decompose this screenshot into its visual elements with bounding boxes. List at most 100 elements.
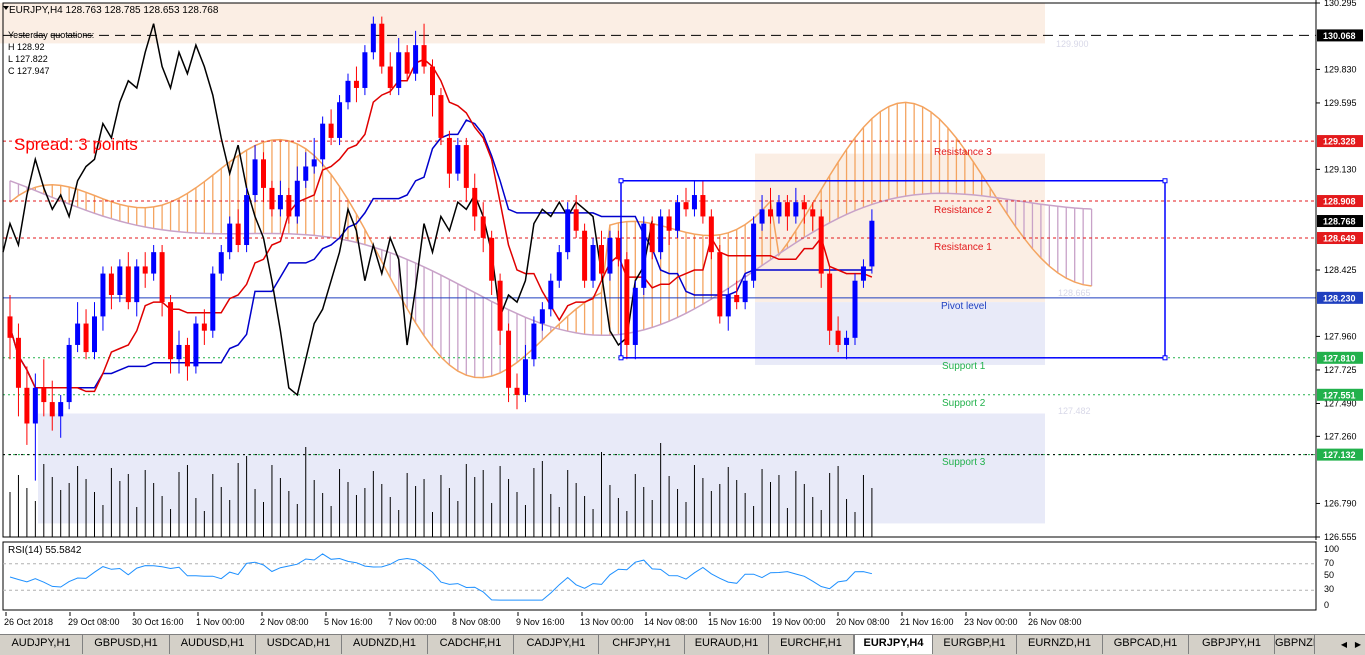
price-tick-label: 127.725 (1324, 365, 1357, 375)
candle-body (328, 123, 334, 138)
candle-body (32, 387, 38, 424)
symbol-tab-audnzd-h1[interactable]: AUDNZD,H1 (342, 635, 428, 654)
candle-body (455, 145, 461, 174)
scroll-left-icon[interactable]: ◀ (1337, 635, 1351, 654)
candle-body (58, 402, 64, 417)
symbol-tab-gbpcad-h1[interactable]: GBPCAD,H1 (1103, 635, 1189, 654)
symbol-tab-audjpy-h1[interactable]: AUDJPY,H1 (0, 635, 83, 654)
resistance2-label: Resistance 2 (934, 205, 992, 216)
price-label-text: 127.810 (1323, 353, 1356, 363)
candle-body (7, 316, 13, 338)
symbol-tab-eurjpy-h4[interactable]: EURJPY,H4 (854, 635, 933, 654)
candle-body (590, 245, 596, 281)
spread-label: Spread: 3 points (14, 135, 138, 154)
rsi-tick: 0 (1324, 600, 1329, 610)
time-tick-label: 26 Nov 08:00 (1028, 617, 1082, 627)
candle-body (92, 316, 97, 353)
candle-body (218, 252, 224, 274)
time-tick-label: 30 Oct 16:00 (132, 617, 184, 627)
symbol-tab-gbpusd-h1[interactable]: GBPUSD,H1 (83, 635, 170, 654)
candle-body (522, 359, 528, 395)
time-tick-label: 5 Nov 16:00 (324, 617, 373, 627)
yesterday-low: L 127.822 (8, 54, 48, 64)
rsi-canvas[interactable]: RSI(14) 55.5842 100 70 50 30 0 (0, 540, 1365, 614)
resistance3-label: Resistance 3 (934, 147, 992, 158)
faded-price-label: 129.900 (1056, 39, 1089, 49)
symbol-tab-bar: AUDJPY,H1 GBPUSD,H1 AUDUSD,H1 USDCAD,H1 AUDN… (0, 634, 1365, 655)
price-label-text: 128.649 (1323, 234, 1356, 244)
price-chart[interactable]: 130.295 129.830 129.595 129.130 128.425 127.9… (0, 0, 1365, 542)
candle-body (497, 280, 503, 331)
price-chart-canvas[interactable]: 130.295 129.830 129.595 129.130 128.425 127.9… (0, 0, 1365, 542)
candle-body (227, 223, 233, 253)
candle-body (852, 280, 858, 338)
rsi-tick: 30 (1324, 584, 1334, 594)
candle-body (759, 209, 765, 224)
candle-body (514, 387, 520, 395)
price-label-text: 127.551 (1323, 390, 1356, 400)
candle-body (176, 344, 182, 360)
time-tick-label: 15 Nov 16:00 (708, 617, 762, 627)
candle-body (337, 102, 343, 138)
candle-body (734, 294, 740, 303)
candle-body (615, 237, 621, 260)
candle-body (844, 337, 850, 345)
candle-body (472, 187, 478, 217)
range-box-handle (618, 178, 624, 184)
candle-body (159, 252, 165, 303)
price-tick-label: 126.790 (1324, 498, 1357, 508)
symbol-tab-usdcad-h1[interactable]: USDCAD,H1 (256, 635, 342, 654)
symbol-tab-cadchf-h1[interactable]: CADCHF,H1 (428, 635, 514, 654)
candle-body (370, 23, 376, 53)
candle-body (691, 195, 697, 210)
symbol-tab-euraud-h1[interactable]: EURAUD,H1 (685, 635, 769, 654)
rsi-panel[interactable]: RSI(14) 55.5842 100 70 50 30 0 (0, 540, 1365, 614)
candle-body (632, 287, 638, 345)
candle-body (776, 202, 782, 217)
candle-body (658, 216, 664, 253)
candle-body (311, 159, 317, 167)
candle-body (100, 273, 106, 317)
symbol-tab-gbpnzd-h1[interactable]: GBPNZD,H1 (1275, 635, 1315, 654)
candle-body (599, 245, 604, 274)
support3-label: Support 3 (942, 457, 986, 468)
candle-body (184, 344, 190, 367)
candle-body (142, 266, 148, 274)
candle-body (624, 259, 630, 345)
candle-body (565, 209, 571, 253)
support-zone (38, 413, 1045, 524)
resistance-zone (755, 153, 1045, 303)
time-tick-label: 1 Nov 00:00 (196, 617, 245, 627)
symbol-tab-chfjpy-h1[interactable]: CHFJPY,H1 (599, 635, 685, 654)
symbol-tab-eurgbp-h1[interactable]: EURGBP,H1 (933, 635, 1017, 654)
candle-body (742, 280, 748, 303)
candle-body (751, 223, 757, 281)
symbol-tab-gbpjpy-h1[interactable]: GBPJPY,H1 (1189, 635, 1275, 654)
scroll-right-icon[interactable]: ▶ (1351, 635, 1365, 654)
candle-body (151, 252, 157, 274)
candle-body (725, 294, 731, 317)
symbol-tab-audusd-h1[interactable]: AUDUSD,H1 (170, 635, 256, 654)
candle-body (438, 95, 444, 138)
time-tick-label: 20 Nov 08:00 (836, 617, 890, 627)
candle-body (235, 223, 241, 246)
faded-price-label: 127.482 (1058, 406, 1091, 416)
price-label-text: 128.908 (1323, 197, 1356, 207)
candle-body (793, 202, 799, 217)
candle-body (489, 237, 495, 281)
candle-body (421, 45, 427, 67)
symbol-tab-eurnzd-h1[interactable]: EURNZD,H1 (1017, 635, 1103, 654)
candle-body (683, 202, 689, 210)
candle-body (556, 252, 562, 281)
time-tick-label: 9 Nov 16:00 (516, 617, 565, 627)
candle-body (24, 387, 30, 424)
candle-body (117, 266, 123, 295)
time-tick-label: 8 Nov 08:00 (452, 617, 501, 627)
candle-body (320, 123, 326, 160)
candle-body (15, 337, 21, 388)
candle-body (269, 187, 275, 210)
candle-body (261, 159, 266, 188)
symbol-tab-cadjpy-h1[interactable]: CADJPY,H1 (514, 635, 599, 654)
time-tick-label: 13 Nov 00:00 (580, 617, 634, 627)
symbol-tab-eurchf-h1[interactable]: EURCHF,H1 (769, 635, 854, 654)
